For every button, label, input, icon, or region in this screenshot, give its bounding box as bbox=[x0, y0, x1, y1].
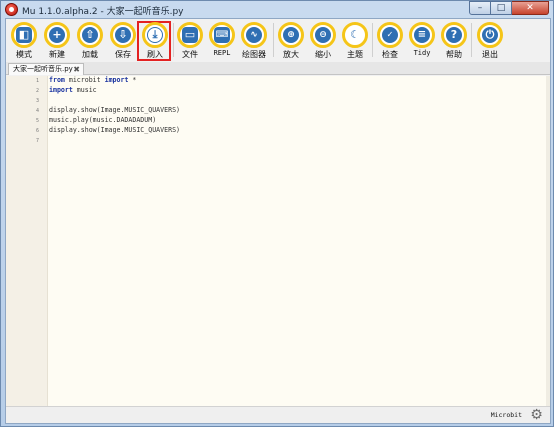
quit-button[interactable]: ⏻ 退出 bbox=[475, 20, 505, 62]
maximize-button[interactable]: □ bbox=[491, 1, 512, 15]
close-button[interactable]: ✕ bbox=[512, 1, 549, 15]
code-text: music.play(music.DADADADUM) bbox=[49, 116, 157, 124]
tab-label: 大家一起听音乐.py bbox=[13, 65, 73, 73]
code-text: music bbox=[72, 86, 97, 94]
mode-indicator[interactable]: Microbit bbox=[491, 411, 522, 419]
mode-button[interactable]: ◧ 模式 bbox=[9, 20, 39, 62]
tab-file[interactable]: 大家一起听音乐.py ✖ bbox=[8, 63, 84, 75]
code-line: music.play(music.DADADADUM) bbox=[49, 116, 156, 124]
zoom-in-icon: ⊕ bbox=[283, 27, 299, 43]
line-number: 7 bbox=[35, 138, 39, 144]
power-icon: ⏻ bbox=[482, 27, 498, 43]
files-icon: ▭ bbox=[182, 27, 198, 43]
vertical-scrollbar[interactable] bbox=[546, 76, 550, 406]
code-line: display.show(Image.MUSIC_QUAVERS) bbox=[49, 106, 180, 114]
line-number: 2 bbox=[35, 88, 39, 94]
zoom-out-icon: ⊖ bbox=[315, 27, 331, 43]
pulse-icon: ∿ bbox=[246, 27, 262, 43]
code-text: display.show(Image.MUSIC_QUAVERS) bbox=[49, 106, 181, 114]
client-area: ◧ 模式 + 新建 ⇧ 加载 ⇩ 保存 ⤓ 刷入 ▭ 文件 ⌨ REPL ∿ 绘… bbox=[5, 18, 551, 424]
help-button[interactable]: ? 帮助 bbox=[439, 20, 469, 62]
line-number: 1 bbox=[35, 78, 39, 84]
plus-icon: + bbox=[49, 27, 65, 43]
plotter-label: 绘图器 bbox=[242, 50, 266, 59]
keyword: from bbox=[49, 76, 65, 84]
keyword: import bbox=[49, 86, 73, 94]
line-number: 4 bbox=[35, 108, 39, 114]
theme-button[interactable]: ☾ 主题 bbox=[340, 20, 370, 62]
new-button[interactable]: + 新建 bbox=[42, 20, 72, 62]
code-text: display.show(Image.MUSIC_QUAVERS) bbox=[49, 126, 181, 134]
download-icon: ⇩ bbox=[115, 27, 131, 43]
toolbar: ◧ 模式 + 新建 ⇧ 加载 ⇩ 保存 ⤓ 刷入 ▭ 文件 ⌨ REPL ∿ 绘… bbox=[6, 19, 550, 63]
keyboard-icon: ⌨ bbox=[214, 27, 230, 43]
line-number-gutter: 1 2 3 4 5 6 7 bbox=[6, 76, 48, 406]
line-number: 6 bbox=[35, 128, 39, 134]
window-title: Mu 1.1.0.alpha.2 - 大家一起听音乐.py bbox=[22, 7, 184, 17]
gear-icon[interactable]: ⚙ bbox=[529, 408, 544, 423]
line-number: 5 bbox=[35, 118, 39, 124]
question-icon: ? bbox=[446, 27, 462, 43]
thumbs-up-icon: ✓ bbox=[382, 27, 398, 43]
mode-icon: ◧ bbox=[16, 27, 32, 43]
quit-label: 退出 bbox=[482, 50, 498, 59]
plotter-button[interactable]: ∿ 绘图器 bbox=[239, 20, 269, 62]
tab-close-icon[interactable]: ✖ bbox=[73, 64, 80, 75]
moon-icon: ☾ bbox=[347, 27, 363, 43]
tab-bar: 大家一起听音乐.py ✖ bbox=[6, 62, 550, 75]
load-button[interactable]: ⇧ 加载 bbox=[75, 20, 105, 62]
list-icon: ≡ bbox=[414, 27, 430, 43]
keyword: import bbox=[104, 76, 129, 84]
code-line: display.show(Image.MUSIC_QUAVERS) bbox=[49, 126, 180, 134]
window-controls: – □ ✕ bbox=[469, 1, 549, 15]
code-text: microbit bbox=[64, 76, 105, 84]
flash-button[interactable]: ⤓ 刷入 bbox=[140, 20, 170, 62]
code-text: * bbox=[128, 76, 137, 84]
status-bar: Microbit ⚙ bbox=[6, 406, 550, 423]
code-line: import music bbox=[49, 86, 97, 94]
code-editor[interactable]: 1 2 3 4 5 6 7 from microbit import * imp… bbox=[6, 76, 550, 406]
line-number: 3 bbox=[35, 98, 39, 104]
code-line: from microbit import * bbox=[49, 76, 136, 84]
minimize-button[interactable]: – bbox=[469, 1, 491, 15]
app-window: Mu 1.1.0.alpha.2 - 大家一起听音乐.py – □ ✕ ◧ 模式… bbox=[0, 0, 554, 427]
mu-app-icon bbox=[5, 3, 18, 16]
flash-icon: ⤓ bbox=[147, 27, 163, 43]
upload-icon: ⇧ bbox=[82, 27, 98, 43]
title-bar[interactable]: Mu 1.1.0.alpha.2 - 大家一起听音乐.py – □ ✕ bbox=[1, 1, 553, 19]
